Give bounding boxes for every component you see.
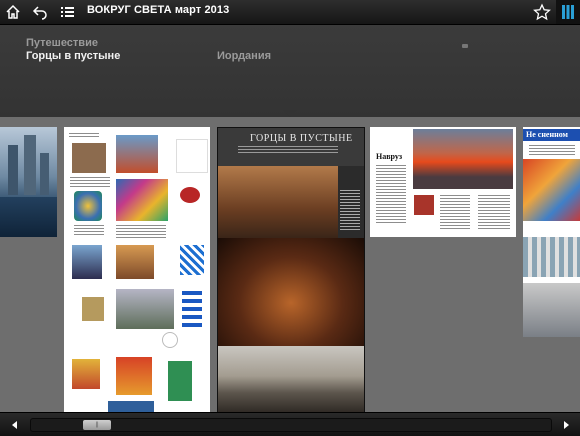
tower-shape: [40, 153, 49, 195]
page-thumbnail-strip[interactable]: ГОРЦЫ В ПУСТЫНЕ Навруз Не сненном: [0, 117, 580, 414]
home-icon[interactable]: [4, 3, 22, 21]
food-photo: [414, 195, 434, 215]
temple-photo: [116, 245, 154, 279]
location-label: Иордания: [217, 50, 271, 62]
water-reflection: [0, 197, 57, 237]
text-block: [116, 225, 166, 239]
text-block: [478, 195, 510, 231]
article-title[interactable]: Горцы в пустыне: [26, 50, 120, 62]
pages-view-icon: [562, 5, 574, 19]
page-thumbnail-current-article[interactable]: ГОРЦЫ В ПУСТЫНЕ: [217, 127, 365, 414]
text-block: [69, 133, 99, 137]
street-photo: [523, 283, 580, 337]
menu-grip-icon: [462, 44, 468, 48]
page-scrubber-thumb[interactable]: ||: [83, 420, 111, 430]
article-headline: ГОРЦЫ В ПУСТЫНЕ: [250, 133, 353, 144]
contents-icon[interactable]: [58, 3, 76, 21]
bookmark-icon[interactable]: [532, 2, 552, 22]
pages-view-button[interactable]: [556, 0, 580, 24]
bottom-photo: [108, 401, 154, 412]
pattern-photo: [180, 245, 204, 275]
text-block: [376, 165, 406, 225]
section-label: Путешествие: [26, 37, 98, 49]
petra-night-photo: [218, 238, 364, 346]
page-thumbnail-collage[interactable]: [64, 127, 210, 412]
lanterns-photo: [116, 357, 152, 395]
people-photo: [72, 245, 102, 279]
page-scrubber-track[interactable]: ||: [30, 418, 552, 432]
circle-element: [162, 332, 178, 348]
petra-camels-photo: [218, 166, 338, 238]
text-block: [529, 145, 575, 155]
article-info-panel: Путешествие Горцы в пустыне Иордания: [0, 25, 580, 117]
volcano-photo: [413, 129, 513, 189]
text-block: [440, 195, 470, 231]
top-toolbar: ВОКРУГ СВЕТА март 2013: [0, 0, 580, 25]
scroll-left-arrow-icon[interactable]: [9, 419, 21, 431]
text-block: [70, 177, 110, 187]
colorful-photo: [116, 179, 168, 221]
tower-shape: [8, 145, 18, 195]
lead-text: [238, 146, 338, 154]
pattern-photo: [72, 359, 100, 389]
page-heading: Навруз: [376, 152, 403, 161]
page-thumbnail-city[interactable]: [0, 127, 57, 237]
crowd-photo: [116, 289, 174, 329]
green-figure-photo: [168, 361, 192, 401]
scroll-right-arrow-icon[interactable]: [560, 419, 572, 431]
art-photo: [74, 191, 102, 221]
swirl-drawing: [176, 139, 208, 173]
page-thumbnail-next[interactable]: Не сненном: [523, 127, 580, 337]
tower-shape: [24, 135, 36, 195]
current-page-pointer: [283, 110, 297, 117]
text-block: [74, 225, 104, 237]
portrait-photo: [72, 143, 106, 173]
back-icon[interactable]: [31, 3, 49, 21]
cherry-photo: [180, 187, 200, 203]
carnival-photo: [523, 159, 580, 221]
sculpture-photo: [82, 297, 104, 321]
sailor-photo: [116, 135, 158, 173]
page-thumbnail-volcano[interactable]: Навруз: [370, 127, 516, 237]
page-scrubber-bar: ||: [0, 412, 580, 436]
caption-text: [340, 190, 360, 230]
magazine-title: ВОКРУГ СВЕТА март 2013: [87, 4, 230, 16]
stripes-photo: [182, 291, 202, 331]
page-heading: Не сненном: [526, 130, 568, 139]
mountain-crowd-photo: [218, 346, 364, 413]
buildings-photo: [523, 237, 580, 277]
